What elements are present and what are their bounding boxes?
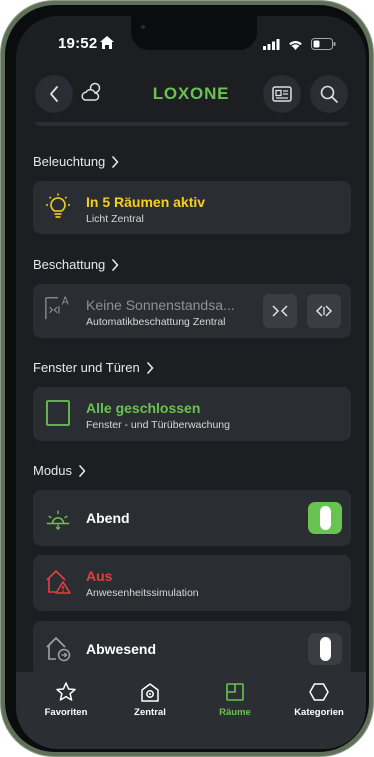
presence-simulation-subtitle: Anwesenheitssimulation bbox=[86, 587, 199, 599]
windows-card[interactable]: Alle geschlossen Fenster - und Türüberwa… bbox=[33, 387, 351, 441]
lightbulb-icon bbox=[44, 193, 72, 221]
chevron-right-icon bbox=[112, 155, 119, 168]
search-icon bbox=[320, 85, 338, 103]
chevron-right-icon bbox=[112, 258, 119, 271]
hexagon-icon bbox=[309, 683, 329, 701]
home-status-icon bbox=[100, 36, 114, 54]
tab-bar: Favoriten Zentral Räume Kategorien bbox=[16, 672, 366, 749]
shading-status: Keine Sonnenstandsa... bbox=[86, 297, 235, 313]
section-title: Beschattung bbox=[33, 257, 106, 272]
house-icon bbox=[141, 683, 159, 702]
lighting-subtitle: Licht Zentral bbox=[86, 213, 144, 225]
tab-favorites[interactable]: Favoriten bbox=[31, 681, 101, 718]
house-leave-icon bbox=[44, 634, 72, 662]
lighting-status: In 5 Räumen aktiv bbox=[86, 194, 206, 210]
sunset-icon bbox=[44, 503, 72, 531]
shading-close-button[interactable] bbox=[263, 294, 297, 328]
windows-status: Alle geschlossen bbox=[86, 400, 201, 416]
tab-categories[interactable]: Kategorien bbox=[284, 681, 354, 718]
house-warning-icon bbox=[44, 567, 72, 595]
tab-label: Räume bbox=[219, 707, 251, 718]
app-screen: 19:52 LOXONE Beleuchtung In 5 Räumen akt… bbox=[16, 16, 366, 749]
phone-frame: 19:52 LOXONE Beleuchtung In 5 Räumen akt… bbox=[0, 0, 374, 757]
mode-away-title: Abwesend bbox=[86, 641, 157, 657]
windows-subtitle: Fenster - und Türüberwachung bbox=[86, 419, 230, 431]
arrows-outward-icon bbox=[315, 305, 333, 317]
section-title: Fenster und Türen bbox=[33, 360, 140, 375]
lighting-card[interactable]: In 5 Räumen aktiv Licht Zentral bbox=[33, 181, 351, 234]
room-content[interactable]: Beleuchtung In 5 Räumen aktiv Licht Zent… bbox=[16, 122, 366, 682]
svg-text:A: A bbox=[62, 295, 69, 307]
mode-evening-title: Abend bbox=[86, 510, 130, 526]
section-header-lighting[interactable]: Beleuchtung bbox=[33, 154, 119, 169]
phone-bezel: 19:52 LOXONE Beleuchtung In 5 Räumen akt… bbox=[5, 5, 369, 752]
chevron-right-icon bbox=[79, 464, 86, 477]
room-icon bbox=[226, 683, 244, 701]
battery-icon bbox=[311, 37, 336, 55]
section-header-mode[interactable]: Modus bbox=[33, 463, 86, 478]
shading-icon: A bbox=[44, 294, 72, 322]
newspaper-icon bbox=[272, 86, 292, 102]
mode-evening-card[interactable]: Abend bbox=[33, 490, 351, 546]
toggle-knob bbox=[319, 637, 331, 661]
mode-evening-toggle[interactable] bbox=[308, 502, 342, 534]
star-icon bbox=[56, 682, 76, 701]
section-header-shading[interactable]: Beschattung bbox=[33, 257, 119, 272]
arrows-inward-icon bbox=[272, 305, 288, 317]
toggle-knob bbox=[319, 506, 331, 530]
tab-rooms[interactable]: Räume bbox=[200, 681, 270, 718]
signal-icon bbox=[263, 37, 280, 55]
presence-simulation-status: Aus bbox=[86, 568, 113, 584]
tab-label: Favoriten bbox=[44, 707, 88, 718]
search-button[interactable] bbox=[310, 75, 348, 113]
chevron-right-icon bbox=[146, 361, 154, 374]
tab-label: Kategorien bbox=[294, 707, 344, 718]
shading-open-button[interactable] bbox=[307, 294, 341, 328]
section-title: Modus bbox=[33, 463, 73, 478]
notch bbox=[131, 16, 257, 50]
mode-away-toggle[interactable] bbox=[308, 633, 342, 665]
mode-away-card[interactable]: Abwesend bbox=[33, 621, 351, 676]
status-icons bbox=[263, 37, 336, 55]
shading-card[interactable]: A Keine Sonnenstandsa... Automatikbescha… bbox=[33, 284, 351, 338]
section-title: Beleuchtung bbox=[33, 154, 106, 169]
wifi-icon bbox=[288, 37, 303, 55]
tab-central[interactable]: Zentral bbox=[115, 681, 185, 718]
nav-bar: LOXONE bbox=[16, 66, 366, 122]
section-header-windows[interactable]: Fenster und Türen bbox=[33, 360, 154, 375]
shading-subtitle: Automatikbeschattung Zentral bbox=[86, 316, 226, 328]
tab-label: Zentral bbox=[134, 707, 166, 718]
presence-simulation-card[interactable]: Aus Anwesenheitssimulation bbox=[33, 555, 351, 611]
status-time: 19:52 bbox=[58, 35, 98, 52]
previous-card-edge bbox=[33, 122, 351, 126]
window-icon bbox=[44, 399, 72, 427]
news-button[interactable] bbox=[263, 75, 301, 113]
